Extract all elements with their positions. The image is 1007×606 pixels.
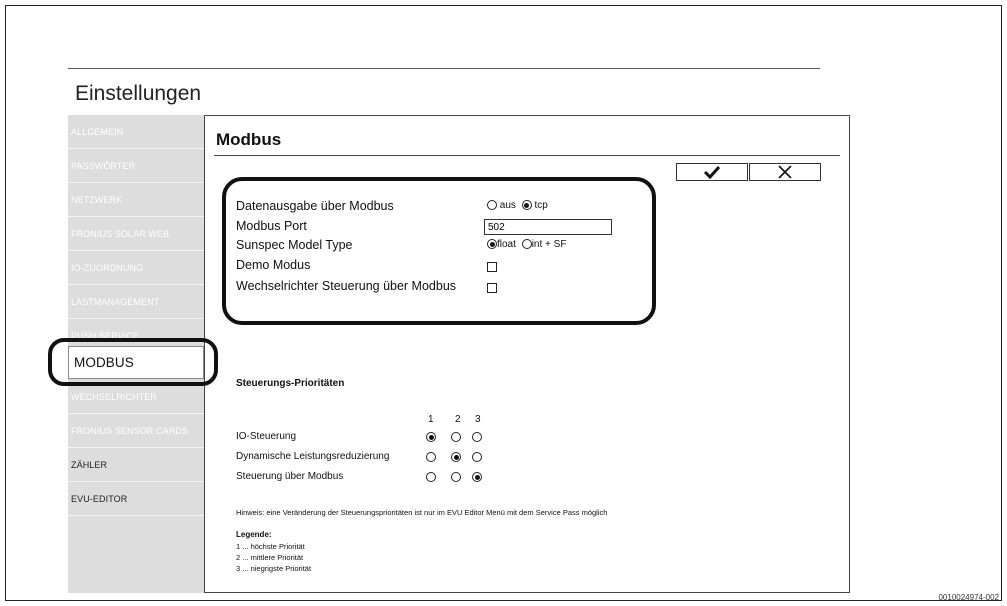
priority-row-label: Steuerung über Modbus — [236, 471, 344, 482]
priority-radio-2-1[interactable] — [426, 452, 436, 462]
priority-col-2: 2 — [455, 414, 461, 425]
legend-title: Legende: — [236, 530, 272, 539]
section-title: Modbus — [216, 130, 282, 149]
priority-radio-1-2[interactable] — [451, 432, 461, 442]
sidebar-item-netzwerk[interactable]: NETZWERK — [68, 183, 204, 217]
sidebar-item-sensor-cards[interactable]: FRONIUS SENSOR CARDS — [68, 414, 204, 448]
priorities-heading: Steuerungs-Prioritäten — [236, 378, 345, 389]
priority-radio-2-3[interactable] — [472, 452, 482, 462]
legend-item: 3 ... niegrigste Priorität — [236, 564, 312, 573]
priority-radio-3-1[interactable] — [426, 472, 436, 482]
cancel-button[interactable] — [749, 163, 821, 181]
sidebar-item-solar-web[interactable]: FRONIUS SOLAR.WEB — [68, 217, 204, 251]
close-icon — [778, 165, 792, 179]
settings-highlight-frame — [222, 177, 656, 325]
sidebar-item-io-zuordnung[interactable]: IO-ZUORDNUNG — [68, 251, 204, 285]
priority-row-label: Dynamische Leistungsreduzierung — [236, 451, 390, 462]
sidebar-item-zaehler[interactable]: ZÄHLER — [68, 448, 204, 482]
modbus-menu-highlight-frame — [48, 338, 218, 386]
figure-reference: 0010024974-002 — [938, 593, 999, 602]
priority-radio-3-3[interactable] — [472, 472, 482, 482]
priority-radio-1-1[interactable] — [426, 432, 436, 442]
legend-item: 2 ... mittlere Priorität — [236, 553, 304, 562]
checkmark-icon — [703, 165, 721, 179]
section-divider — [214, 155, 840, 156]
priority-col-3: 3 — [475, 414, 481, 425]
sidebar-item-lastmanagement[interactable]: LASTMANAGEMENT — [68, 285, 204, 319]
priority-radio-3-2[interactable] — [451, 472, 461, 482]
priority-col-1: 1 — [428, 414, 434, 425]
sidebar-item-passwoerter[interactable]: PASSWÖRTER — [68, 149, 204, 183]
confirm-button[interactable] — [676, 163, 748, 181]
legend-item: 1 ... höchste Priorität — [236, 542, 305, 551]
page-title: Einstellungen — [75, 82, 202, 105]
sidebar-item-allgemein[interactable]: ALLGEMEIN — [68, 115, 204, 149]
priority-radio-1-3[interactable] — [472, 432, 482, 442]
priority-row-label: IO-Steuerung — [236, 431, 297, 442]
priority-radio-2-2[interactable] — [451, 452, 461, 462]
priorities-hint: Hinweis: eine Veränderung der Steuerungs… — [236, 508, 608, 517]
sidebar-item-evu-editor[interactable]: EVU-EDITOR — [68, 482, 204, 516]
title-divider — [68, 68, 820, 69]
